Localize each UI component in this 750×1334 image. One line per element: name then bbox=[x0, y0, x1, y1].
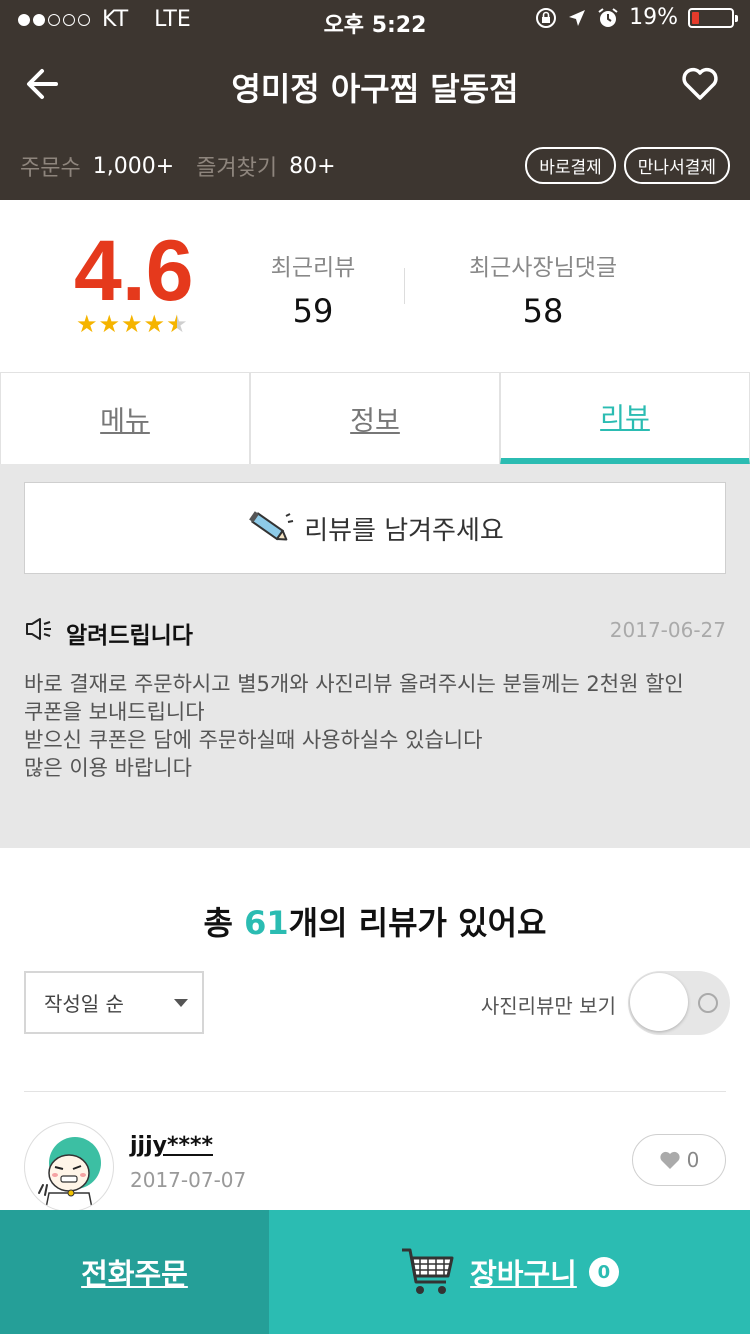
notice-line: 바로 결재로 주문하시고 별5개와 사진리뷰 올려주시는 분들께는 2천원 할인 bbox=[24, 672, 684, 696]
cart-label: 장바구니 bbox=[470, 1257, 577, 1291]
stat-divider bbox=[404, 268, 405, 304]
favorites-label: 즐겨찾기 bbox=[196, 156, 278, 181]
toggle-knob bbox=[630, 973, 688, 1031]
chevron-down-icon bbox=[174, 999, 188, 1007]
notice-line: 쿠폰을 보내드립니다 bbox=[24, 700, 205, 724]
rating-score: 4.6 bbox=[74, 223, 194, 319]
divider bbox=[24, 1091, 726, 1092]
tab-menu[interactable]: 메뉴 bbox=[0, 373, 250, 465]
sort-dropdown[interactable]: 작성일 순 bbox=[24, 971, 204, 1034]
review-count-number: 61 bbox=[244, 904, 289, 942]
pencil-icon bbox=[249, 511, 294, 541]
toggle-off-indicator bbox=[698, 993, 718, 1013]
rotation-lock-icon bbox=[536, 7, 557, 28]
rating-summary: 4.6 ★ ★ ★ ★ ★ 최근리뷰 59 최근사장님댓글 58 bbox=[0, 200, 750, 372]
star-icon: ★ bbox=[121, 310, 143, 338]
star-icon: ★ bbox=[98, 310, 121, 338]
notice-date: 2017-06-27 bbox=[609, 618, 726, 642]
write-review-button[interactable]: 리뷰를 남겨주세요 bbox=[24, 482, 726, 574]
store-header: 영미정 아구찜 달동점 주문수 1,000+ 즐겨찾기 80+ 바로결제 만나서… bbox=[0, 40, 750, 200]
store-tabs: 메뉴 정보 리뷰 bbox=[0, 372, 750, 465]
recent-reviews-value: 59 bbox=[292, 292, 334, 330]
sort-selected-label: 작성일 순 bbox=[44, 992, 124, 1016]
alarm-icon bbox=[598, 7, 618, 27]
notice-line: 받으신 쿠폰은 담에 주문하실때 사용하실수 있습니다 bbox=[24, 728, 483, 752]
store-title: 영미정 아구찜 달동점 bbox=[231, 70, 519, 108]
heart-icon bbox=[682, 67, 718, 100]
recent-reviews-label: 최근리뷰 bbox=[270, 255, 356, 281]
heart-icon bbox=[660, 1151, 680, 1169]
favorite-button[interactable] bbox=[680, 64, 720, 104]
payment-badges: 바로결제 만나서결제 bbox=[525, 147, 730, 184]
call-order-button[interactable]: 전화주문 bbox=[0, 1210, 269, 1334]
review-count-suffix: 개의 리뷰가 있어요 bbox=[288, 904, 547, 942]
like-count: 0 bbox=[686, 1148, 700, 1172]
owner-replies-stat: 최근사장님댓글 58 bbox=[455, 248, 631, 330]
pay-on-delivery-badge: 만나서결제 bbox=[623, 147, 730, 184]
write-review-label: 리뷰를 남겨주세요 bbox=[304, 515, 504, 546]
photo-only-label: 사진리뷰만 보기 bbox=[480, 994, 616, 1018]
like-button[interactable]: 0 bbox=[632, 1134, 726, 1186]
rating-stars: ★ ★ ★ ★ ★ bbox=[76, 312, 188, 336]
orders-value: 1,000+ bbox=[92, 153, 175, 179]
reviewer-name[interactable]: jjjy**** bbox=[130, 1133, 213, 1158]
star-icon: ★ bbox=[76, 310, 98, 338]
half-star-icon: ★ bbox=[166, 310, 188, 338]
megaphone-icon bbox=[26, 618, 51, 640]
store-stats: 주문수 1,000+ 즐겨찾기 80+ bbox=[20, 150, 358, 182]
notice-title: 알려드립니다 bbox=[66, 623, 193, 649]
recent-reviews-stat: 최근리뷰 59 bbox=[262, 248, 364, 330]
review-count-heading: 총 61개의 리뷰가 있어요 bbox=[0, 898, 750, 944]
favorites-value: 80+ bbox=[289, 153, 336, 179]
notice-line: 많은 이용 바랍니다 bbox=[24, 756, 192, 780]
status-right: 19% bbox=[535, 5, 738, 30]
shopping-cart-icon bbox=[402, 1248, 454, 1294]
tab-reviews[interactable]: 리뷰 bbox=[500, 373, 750, 465]
bottom-action-bar: 전화주문 장바구니 0 bbox=[0, 1210, 750, 1334]
notice-body: 바로 결재로 주문하시고 별5개와 사진리뷰 올려주시는 분들께는 2천원 할인… bbox=[24, 670, 726, 782]
battery-icon bbox=[688, 7, 738, 28]
review-date: 2017-07-07 bbox=[130, 1168, 247, 1192]
direct-pay-badge: 바로결제 bbox=[525, 147, 616, 184]
cart-count-badge: 0 bbox=[588, 1257, 619, 1287]
avatar[interactable] bbox=[24, 1122, 114, 1212]
orders-label: 주문수 bbox=[20, 156, 81, 181]
review-count-prefix: 총 bbox=[203, 904, 245, 942]
photo-only-toggle[interactable] bbox=[628, 971, 730, 1035]
tab-info[interactable]: 정보 bbox=[250, 373, 500, 465]
battery-percent: 19% bbox=[629, 5, 678, 30]
location-arrow-icon bbox=[569, 9, 586, 26]
owner-replies-value: 58 bbox=[522, 292, 564, 330]
status-bar: KT LTE 오후 5:22 19% bbox=[0, 0, 750, 40]
review-top-section: 리뷰를 남겨주세요 알려드립니다 2017-06-27 바로 결재로 주문하시고… bbox=[0, 464, 750, 848]
star-icon: ★ bbox=[143, 310, 166, 338]
cart-button[interactable]: 장바구니 0 bbox=[269, 1210, 750, 1334]
owner-replies-label: 최근사장님댓글 bbox=[468, 255, 618, 281]
avatar-character-icon bbox=[38, 1137, 101, 1211]
